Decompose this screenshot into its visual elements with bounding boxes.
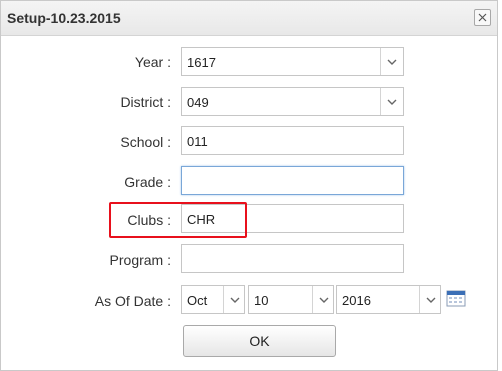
year-dropdown-toggle[interactable]	[380, 48, 403, 75]
close-icon	[478, 13, 487, 22]
month-dropdown-toggle[interactable]	[223, 286, 244, 313]
as-of-year-select[interactable]: 2016	[336, 285, 441, 314]
chevron-down-icon	[319, 297, 329, 303]
school-input[interactable]: 011	[181, 126, 404, 155]
as-of-date-label: As Of Date :	[94, 293, 171, 309]
as-of-day-value: 10	[254, 293, 269, 308]
school-value: 011	[187, 134, 208, 149]
chevron-down-icon	[426, 297, 436, 303]
district-dropdown-toggle[interactable]	[380, 88, 403, 115]
school-label: School :	[120, 134, 171, 150]
chevron-down-icon	[387, 59, 397, 65]
chevron-down-icon	[230, 297, 240, 303]
program-input[interactable]	[181, 244, 404, 273]
day-dropdown-toggle[interactable]	[312, 286, 333, 313]
dialog-titlebar[interactable]: Setup-10.23.2015	[1, 1, 497, 36]
year-label: Year :	[134, 54, 171, 70]
grade-label: Grade :	[124, 174, 171, 190]
district-select[interactable]: 049	[181, 87, 404, 116]
program-label: Program :	[109, 252, 171, 268]
chevron-down-icon	[387, 99, 397, 105]
grade-input[interactable]	[181, 166, 404, 195]
as-of-month-select[interactable]: Oct	[181, 285, 245, 314]
year-value: 1617	[187, 55, 216, 70]
as-of-month-value: Oct	[187, 293, 208, 308]
year-select[interactable]: 1617	[181, 47, 404, 76]
close-button[interactable]	[474, 9, 491, 26]
dialog-title: Setup-10.23.2015	[7, 10, 121, 26]
as-of-day-select[interactable]: 10	[248, 285, 334, 314]
clubs-highlight-box	[109, 202, 247, 238]
ok-button[interactable]: OK	[183, 325, 336, 357]
date-picker-button[interactable]	[446, 290, 466, 307]
year-date-dropdown-toggle[interactable]	[419, 286, 440, 313]
district-label: District :	[120, 94, 171, 110]
setup-dialog: Setup-10.23.2015 Year : 1617 District : …	[0, 0, 498, 371]
as-of-year-value: 2016	[342, 293, 371, 308]
calendar-icon	[446, 290, 466, 307]
district-value: 049	[187, 95, 209, 110]
